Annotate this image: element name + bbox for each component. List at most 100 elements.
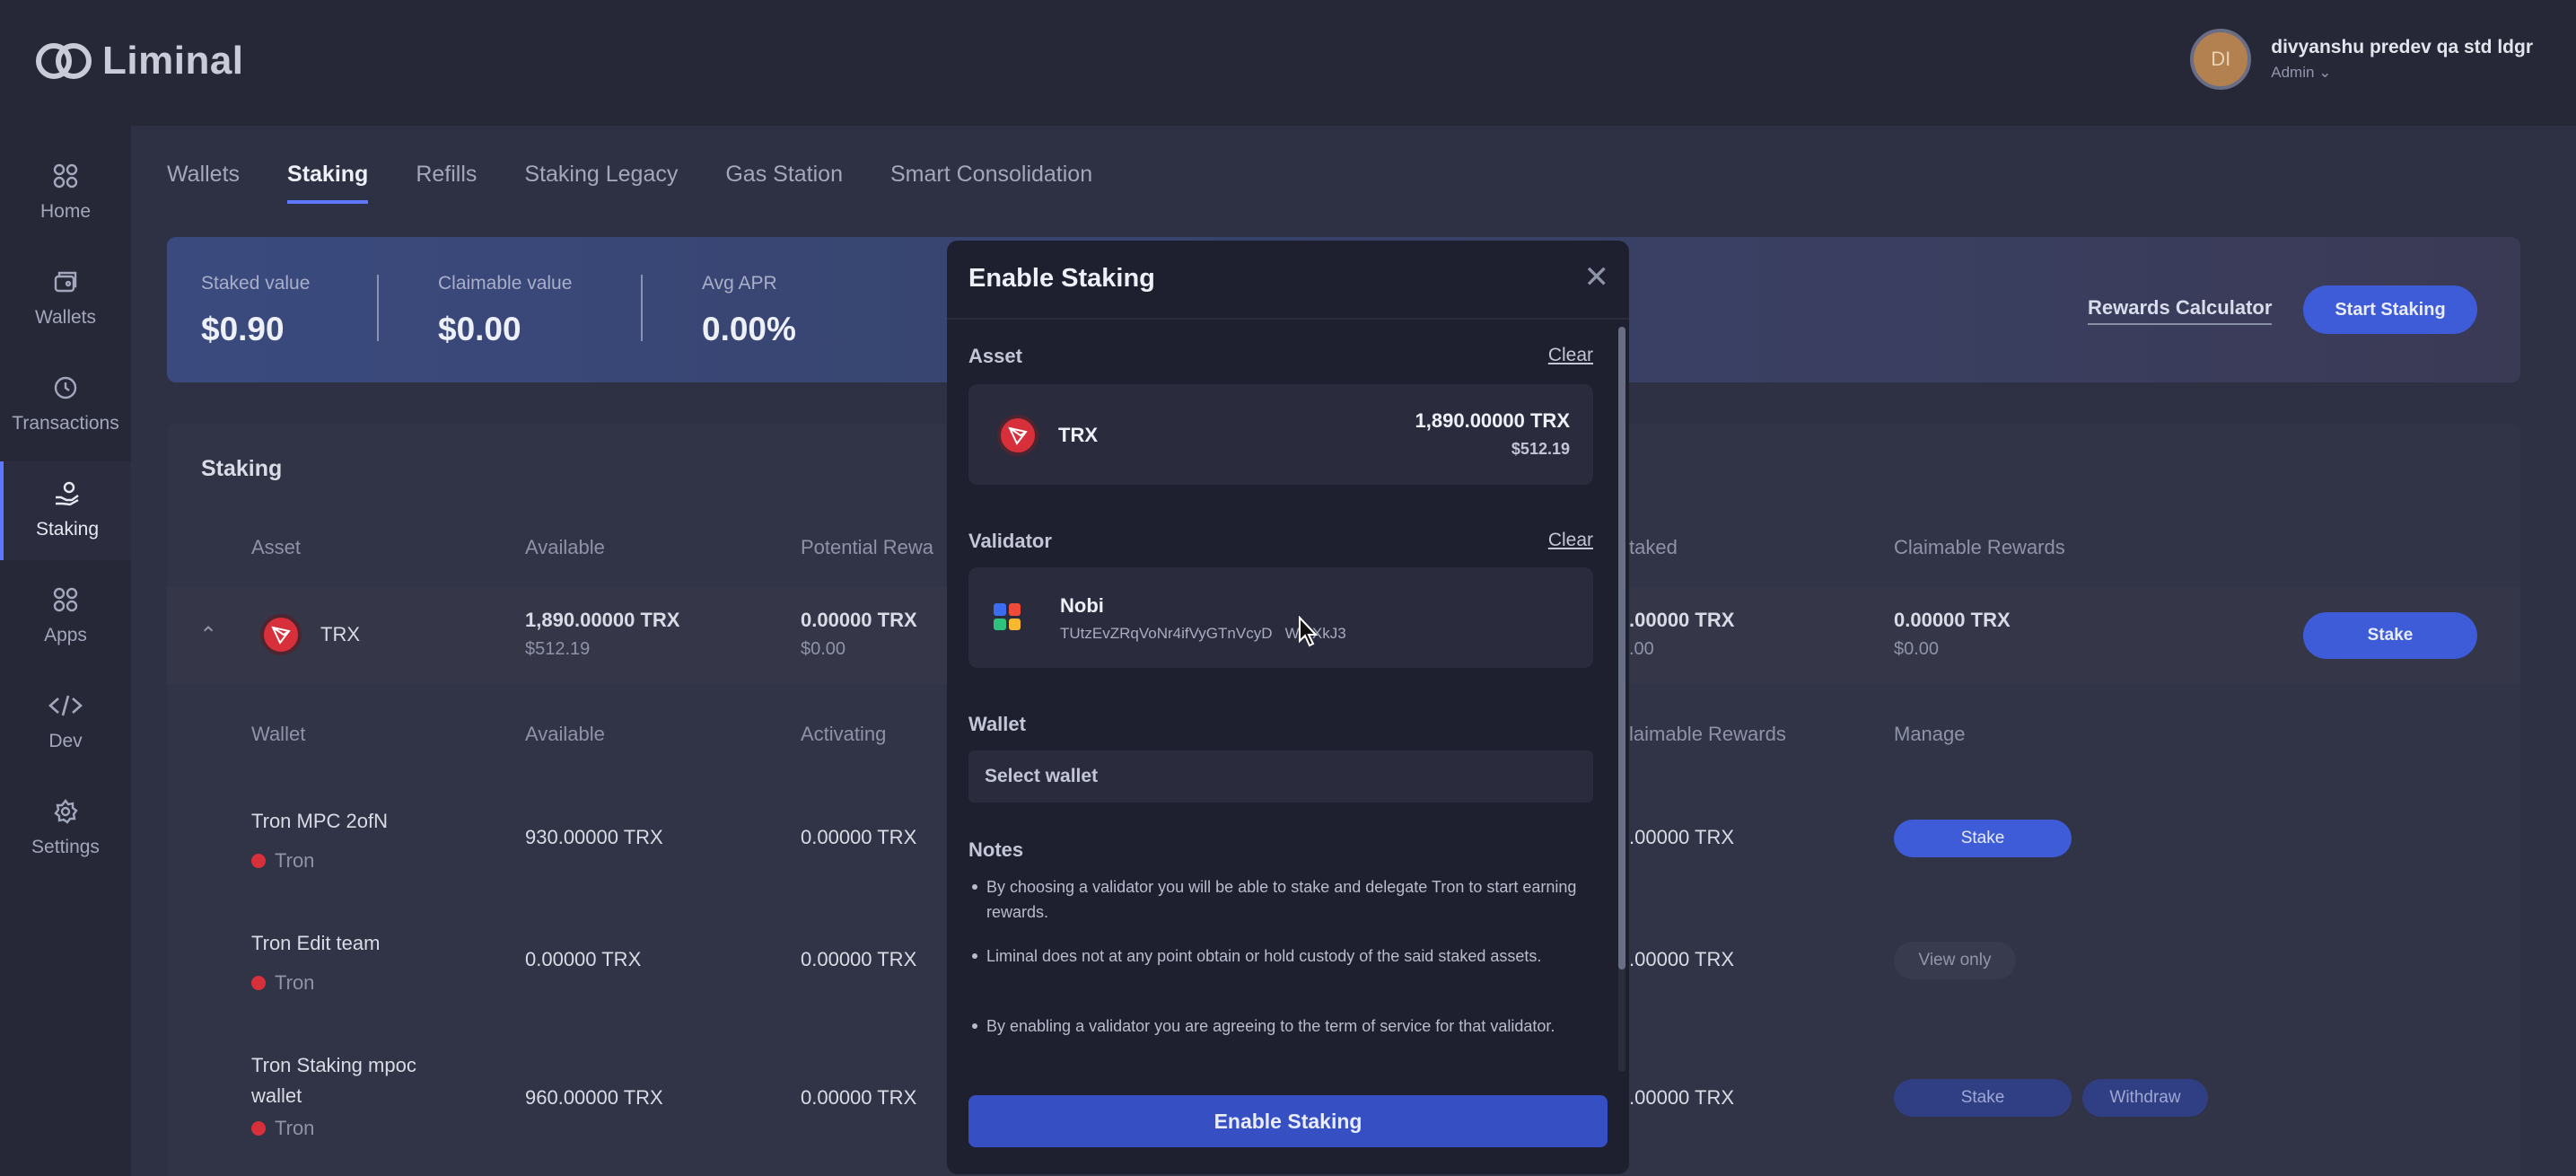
column-header-wallet-claimable: laimable Rewards: [1629, 723, 1786, 745]
tab-refills[interactable]: Refills: [416, 162, 477, 204]
potential-rewards-amount: 0.00000 TRX $0.00: [801, 609, 917, 659]
user-name: divyanshu predev qa std ldgr: [2271, 37, 2533, 57]
sidebar-item-dev[interactable]: Dev: [0, 673, 131, 772]
sidebar-item-settings[interactable]: Settings: [0, 779, 131, 878]
rewards-calculator-link[interactable]: Rewards Calculator: [2088, 296, 2273, 325]
wallet-claimable: .00000 TRX: [1629, 1086, 1735, 1109]
notes-label: Notes: [968, 838, 1024, 861]
modal-scrollbar-thumb[interactable]: [1618, 327, 1625, 970]
sidebar-item-label: Wallets: [34, 307, 97, 328]
wallet-label: Wallet: [968, 713, 1026, 735]
validator-label: Validator: [968, 530, 1052, 552]
sidebar-item-label: Settings: [31, 837, 100, 857]
wallet-select[interactable]: Select wallet: [968, 750, 1593, 803]
wallet-name: Tron Edit team Tron: [251, 932, 381, 994]
wallet-activating: 0.00000 TRX: [801, 948, 917, 970]
selected-validator-card[interactable]: Nobi TUtzEvZRqVoNr4ifVyGTnVcyD WsrXkJ3: [968, 567, 1593, 668]
close-icon[interactable]: ✕: [1584, 262, 1610, 293]
sidebar-item-transactions[interactable]: Transactions: [0, 355, 131, 454]
sidebar-item-staking[interactable]: Staking: [0, 461, 131, 560]
column-header-wallet: Wallet: [251, 723, 306, 745]
grid-icon: [53, 163, 78, 194]
asset-name: TRX: [1058, 424, 1098, 446]
chevron-up-icon[interactable]: ⌃: [199, 622, 217, 648]
sidebar-item-label: Home: [39, 201, 92, 222]
user-role[interactable]: Admin ⌄: [2271, 64, 2533, 82]
note-item: Liminal does not at any point obtain or …: [972, 943, 1579, 969]
wallet-icon: [53, 269, 78, 300]
column-header-available: Available: [525, 536, 605, 558]
tab-wallets[interactable]: Wallets: [167, 162, 240, 204]
column-header-claimable-rewards: Claimable Rewards: [1894, 536, 2065, 558]
asset-usd-value: $512.19: [1511, 440, 1570, 458]
sidebar-item-label: Dev: [48, 731, 83, 751]
stake-button[interactable]: Stake: [1894, 820, 2072, 857]
avatar[interactable]: DI: [2190, 29, 2252, 90]
chevron-down-icon: ⌄: [2318, 64, 2332, 81]
validator-name: Nobi: [1060, 594, 1104, 617]
top-bar: Liminal DI divyanshu predev qa std ldgr …: [0, 0, 2576, 126]
brand-name: Liminal: [102, 39, 244, 83]
column-header-wallet-available: Available: [525, 723, 605, 745]
wallet-claimable: .00000 TRX: [1629, 948, 1735, 970]
sidebar-item-apps[interactable]: Apps: [0, 567, 131, 666]
enable-staking-button[interactable]: Enable Staking: [968, 1095, 1608, 1147]
modal-title: Enable Staking: [968, 264, 1155, 293]
tab-gas-station[interactable]: Gas Station: [725, 162, 843, 204]
start-staking-button[interactable]: Start Staking: [2303, 285, 2477, 334]
trx-token-icon: [260, 614, 302, 655]
wallet-name: Tron MPC 2ofN Tron: [251, 810, 389, 872]
claimable-value-stat: Claimable value $0.00: [438, 273, 573, 347]
column-header-activating: Activating: [801, 723, 887, 745]
tron-network-icon: [251, 976, 266, 990]
clear-asset-link[interactable]: Clear: [1548, 345, 1593, 366]
sidebar-item-label: Transactions: [12, 413, 119, 434]
tab-staking-legacy[interactable]: Staking Legacy: [524, 162, 678, 204]
stake-button[interactable]: Stake: [1894, 1079, 2072, 1117]
selected-asset-card[interactable]: TRX 1,890.00000 TRX $512.19: [968, 384, 1593, 485]
wallet-available: 930.00000 TRX: [525, 826, 663, 848]
staking-table-title: Staking: [201, 456, 283, 481]
gear-icon: [53, 799, 78, 829]
asset-amount: 1,890.00000 TRX: [1415, 409, 1570, 432]
wallet-activating: 0.00000 TRX: [801, 1086, 917, 1109]
enable-staking-modal: Enable Staking ✕ Asset Clear TRX 1,890.0…: [947, 241, 1629, 1174]
wallet-name: Tron Staking mpoc wallet Tron: [251, 1054, 416, 1139]
sidebar-item-home[interactable]: Home: [0, 144, 131, 242]
tron-network-icon: [251, 1121, 266, 1136]
sidebar-item-label: Staking: [35, 519, 100, 540]
column-header-asset: Asset: [251, 536, 302, 558]
stake-button[interactable]: Stake: [2303, 612, 2477, 659]
wallet-activating: 0.00000 TRX: [801, 826, 917, 848]
sidebar-item-wallets[interactable]: Wallets: [0, 250, 131, 348]
sidebar: Home Wallets Transactions Staking Apps D…: [0, 126, 131, 1176]
sidebar-item-label: Apps: [44, 625, 87, 645]
available-amount: 1,890.00000 TRX $512.19: [525, 609, 680, 659]
note-item: By enabling a validator you are agreeing…: [972, 1014, 1579, 1039]
tab-smart-consolidation[interactable]: Smart Consolidation: [890, 162, 1092, 204]
wallet-available: 0.00000 TRX: [525, 948, 642, 970]
mouse-cursor-icon: [1298, 615, 1319, 653]
modal-header: Enable Staking ✕: [947, 241, 1629, 320]
trx-token-icon: [997, 415, 1038, 456]
view-only-badge: View only: [1894, 942, 2016, 979]
liminal-logo[interactable]: Liminal: [36, 36, 244, 86]
tron-network-icon: [251, 854, 266, 868]
column-header-potential-rewards: Potential Rewa: [801, 536, 933, 558]
wallet-select-placeholder: Select wallet: [985, 766, 1099, 786]
tab-bar: Wallets Staking Refills Staking Legacy G…: [167, 162, 1092, 204]
liminal-logo-icon: [36, 40, 92, 82]
asset-label: Asset: [968, 345, 1022, 367]
claimable-rewards-amount: 0.00000 TRX $0.00: [1894, 609, 2011, 659]
clock-icon: [53, 375, 78, 406]
tab-staking[interactable]: Staking: [287, 162, 369, 204]
staked-amount: .00000 TRX .00: [1629, 609, 1735, 659]
withdraw-button[interactable]: Withdraw: [2082, 1079, 2208, 1117]
user-menu[interactable]: DI divyanshu predev qa std ldgr Admin ⌄: [2190, 29, 2533, 90]
clear-validator-link[interactable]: Clear: [1548, 530, 1593, 551]
column-header-staked: taked: [1629, 536, 1678, 558]
staking-hand-icon: [54, 481, 81, 512]
code-icon: [48, 693, 83, 724]
divider: [641, 275, 643, 341]
divider: [377, 275, 379, 341]
